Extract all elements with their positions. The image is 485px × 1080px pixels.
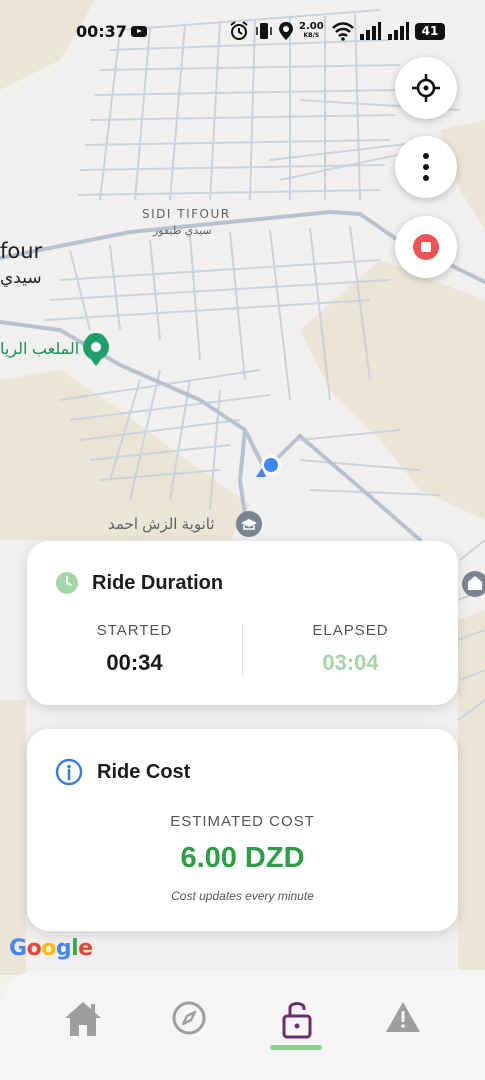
school-icon[interactable] — [236, 511, 262, 537]
nav-report[interactable] — [378, 1000, 428, 1050]
started-section: STARTED 00:34 — [27, 622, 242, 676]
map-label-town-arabic: سيدي طيفور — [153, 225, 212, 237]
more-vertical-icon — [423, 153, 429, 181]
warning-icon — [386, 1002, 420, 1032]
map-label-stadium: الملعب الريا — [0, 341, 80, 358]
map-label-town-large: four — [0, 239, 43, 263]
status-bar: 00:37 2.00 KB/S 41 — [0, 0, 485, 62]
nav-active-indicator — [270, 1045, 322, 1050]
clock-icon — [56, 572, 78, 594]
compass-icon — [172, 1001, 206, 1035]
stop-icon — [413, 234, 439, 260]
vibrate-icon — [256, 23, 272, 39]
nav-unlock[interactable] — [272, 998, 322, 1048]
map-label-town: SIDI TIFOUR — [142, 207, 231, 221]
map-label-town-large-arabic: سيدي — [0, 268, 42, 287]
signal-icon — [360, 22, 381, 40]
battery-icon: 41 — [415, 23, 445, 40]
alarm-icon — [230, 21, 248, 40]
elapsed-label: ELAPSED — [312, 622, 389, 639]
nav-explore[interactable] — [164, 1000, 214, 1050]
google-logo: Google — [9, 936, 93, 961]
started-value: 00:34 — [106, 650, 163, 675]
network-speed-unit: KB/S — [303, 32, 320, 39]
ride-duration-card: Ride Duration STARTED 00:34 ELAPSED 03:0… — [27, 541, 458, 705]
ride-cost-card: Ride Cost ESTIMATED COST 6.00 DZD Cost u… — [27, 729, 458, 931]
landmark-icon[interactable] — [462, 571, 485, 597]
estimated-cost-value: 6.00 DZD — [180, 842, 305, 874]
started-label: STARTED — [96, 622, 173, 639]
elapsed-section: ELAPSED 03:04 — [243, 622, 458, 676]
status-time: 00:37 — [76, 22, 127, 41]
map-label-school: ثانوية الزش احمد — [108, 516, 215, 533]
home-icon — [65, 1002, 101, 1036]
ride-cost-title: Ride Cost — [97, 761, 191, 783]
cost-update-note: Cost updates every minute — [171, 889, 314, 903]
unlock-icon — [282, 1002, 312, 1039]
estimated-cost-label: ESTIMATED COST — [170, 813, 315, 830]
elapsed-value: 03:04 — [322, 650, 379, 675]
youtube-icon — [131, 26, 147, 37]
location-icon — [279, 22, 293, 40]
ride-duration-title: Ride Duration — [92, 572, 224, 594]
network-speed: 2.00 KB/S — [299, 22, 324, 40]
signal-icon — [388, 22, 409, 40]
stadium-pin-icon[interactable] — [83, 333, 109, 366]
bottom-navigation — [0, 970, 485, 1080]
nav-home[interactable] — [58, 1000, 108, 1050]
crosshair-icon — [412, 74, 440, 102]
stop-ride-button[interactable] — [395, 216, 457, 278]
locate-button[interactable] — [395, 57, 457, 119]
more-options-button[interactable] — [395, 136, 457, 198]
info-icon — [55, 758, 83, 786]
wifi-icon — [332, 22, 354, 41]
